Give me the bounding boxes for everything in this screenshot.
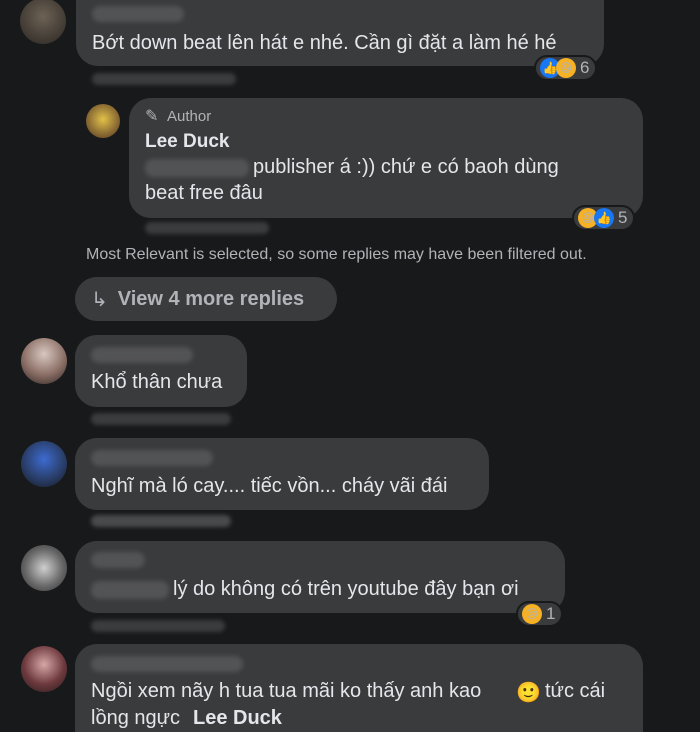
- reaction-summary[interactable]: 👍 😆 6: [534, 55, 598, 81]
- comment-actions-blurred[interactable]: [91, 413, 231, 425]
- author-name-blurred[interactable]: [91, 450, 213, 466]
- reaction-count: 6: [580, 58, 590, 77]
- view-more-label: View 4 more replies: [117, 287, 305, 310]
- view-more-replies-button[interactable]: ↳ View 4 more replies: [75, 277, 337, 321]
- author-name-blurred[interactable]: [91, 552, 145, 568]
- author-badge: Author: [167, 108, 212, 125]
- avatar[interactable]: [21, 646, 67, 692]
- reaction-count: 1: [546, 604, 556, 623]
- comment-text: beat free đâu: [145, 182, 263, 204]
- avatar[interactable]: [21, 441, 67, 487]
- haha-icon: 😆: [556, 58, 576, 78]
- comment-text: Bớt down beat lên hát e nhé. Cần gì đặt …: [92, 32, 557, 54]
- filter-notice: Most Relevant is selected, so some repli…: [86, 246, 587, 263]
- comment-text: Khổ thân chưa: [91, 371, 223, 393]
- avatar[interactable]: [86, 104, 120, 138]
- reaction-summary[interactable]: 😆 👍 5: [572, 205, 636, 231]
- comment-text: lồng ngực: [91, 707, 181, 729]
- author-name-blurred[interactable]: [92, 6, 184, 22]
- sad-icon: 😢: [522, 604, 542, 624]
- reaction-count: 5: [618, 208, 628, 227]
- mention-link[interactable]: Lee Duck: [193, 705, 282, 731]
- avatar[interactable]: [21, 338, 67, 384]
- mention-blurred[interactable]: [91, 581, 169, 599]
- comment-actions-blurred[interactable]: [145, 222, 269, 234]
- comment-text: Ngồi xem nãy h tua tua mãi ko thấy anh k…: [91, 680, 482, 702]
- author-name-blurred[interactable]: [91, 656, 243, 672]
- smile-emoji-icon: 🙂: [516, 682, 541, 704]
- avatar[interactable]: [20, 0, 66, 44]
- comment-actions-blurred[interactable]: [92, 73, 236, 85]
- author-name[interactable]: Lee Duck: [145, 129, 229, 155]
- comment-text: Nghĩ mà ló cay.... tiếc vồn... cháy vãi …: [91, 475, 448, 497]
- avatar[interactable]: [21, 545, 67, 591]
- like-icon: 👍: [594, 208, 614, 228]
- comment-text: lý do không có trên youtube đây bạn ơi: [173, 578, 519, 600]
- comment-text: tức cái: [545, 680, 606, 702]
- reply-arrow-icon: ↳: [91, 288, 108, 311]
- author-name-blurred[interactable]: [91, 347, 193, 363]
- reaction-summary[interactable]: 😢 1: [516, 601, 564, 627]
- pencil-icon: ✎: [145, 108, 159, 125]
- comment-actions-blurred[interactable]: [91, 515, 231, 527]
- mention-blurred[interactable]: [145, 159, 249, 177]
- comment-text: publisher á :)) chứ e có baoh dùng: [253, 156, 559, 178]
- comment-actions-blurred[interactable]: [91, 620, 225, 632]
